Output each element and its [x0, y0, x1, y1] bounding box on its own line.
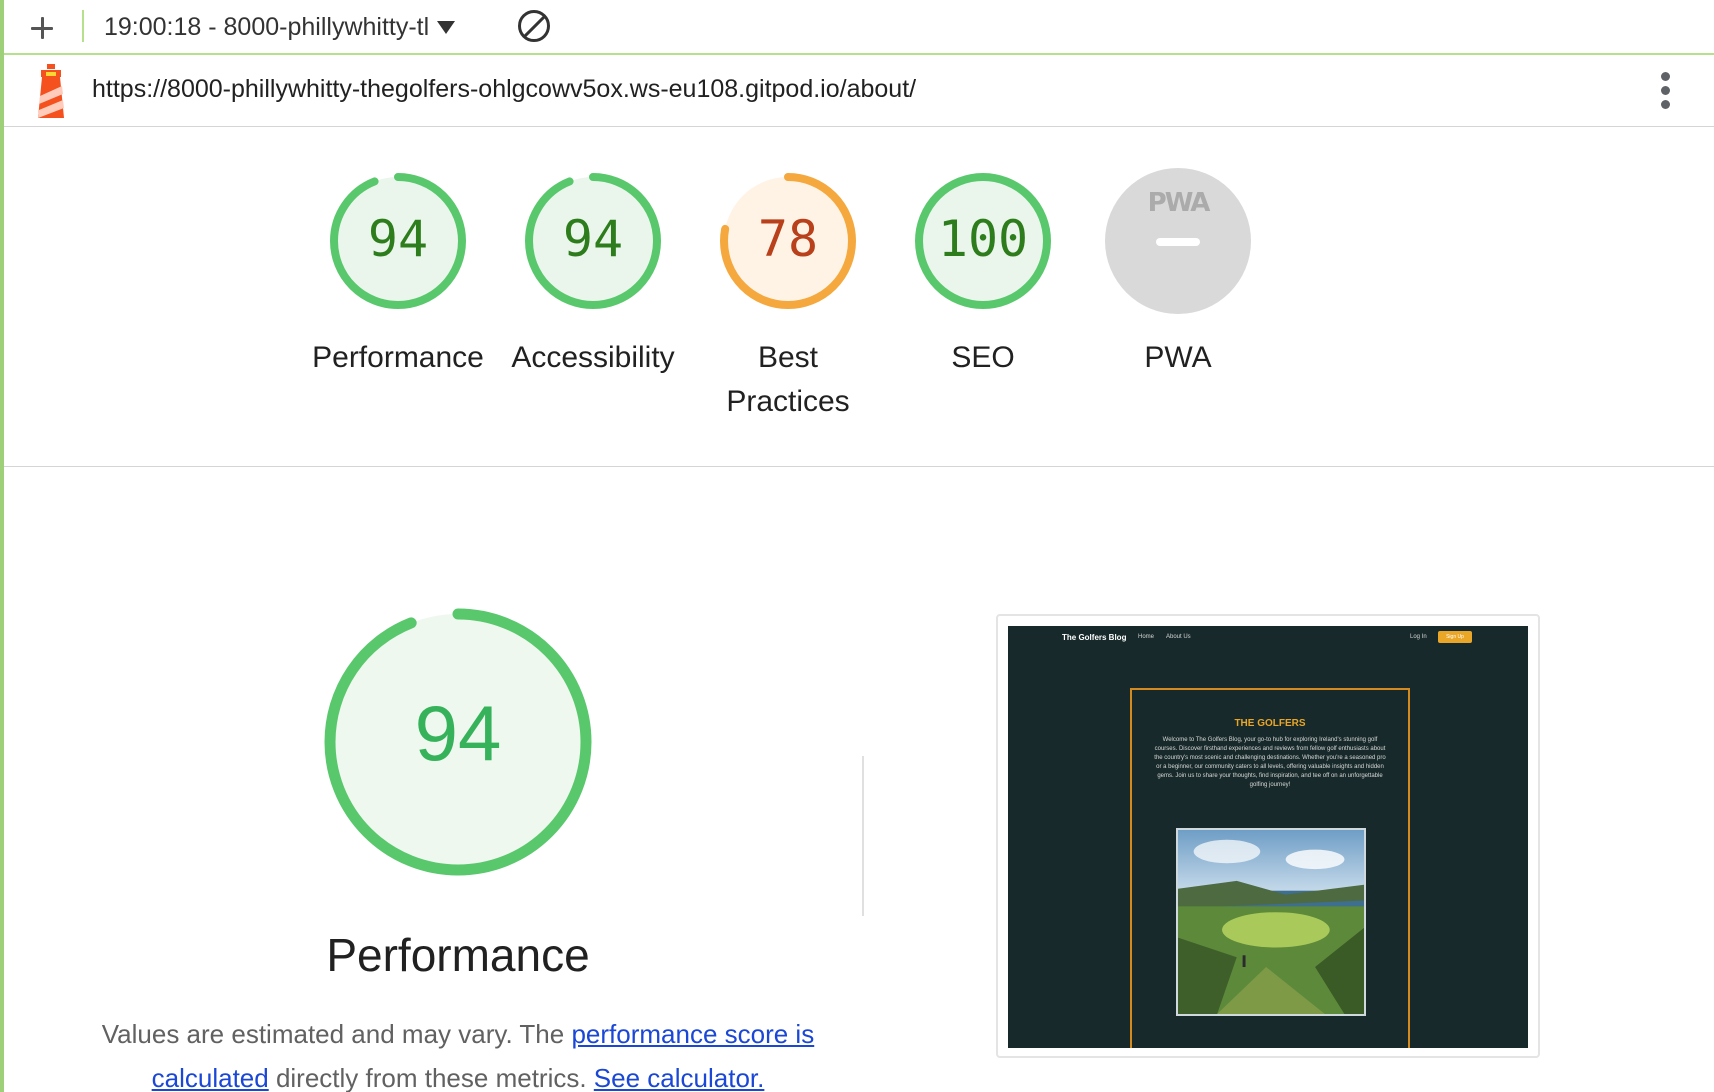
mini-nav-home: Home	[1138, 634, 1155, 640]
mini-nav-about: About Us	[1166, 634, 1191, 640]
gauge-score: 94	[367, 210, 429, 268]
score-gauge-pwa[interactable]: PWA PWA	[1078, 168, 1278, 428]
mini-login: Log In	[1410, 634, 1427, 640]
toolbar-separator	[82, 10, 84, 42]
caret-down-icon	[437, 20, 456, 34]
score-gauge-performance[interactable]: 94 Performance	[298, 168, 498, 428]
dot	[1661, 72, 1670, 81]
report-toolbar: 19:00:18 - 8000-phillywhitty-tl	[4, 0, 1714, 55]
score-gauge-accessibility[interactable]: 94 Accessibility	[493, 168, 693, 428]
gauge-label: PWA	[1144, 341, 1212, 374]
final-screenshot[interactable]: The Golfers Blog Home About Us Log In Si…	[996, 614, 1540, 1058]
mini-signup: Sign Up	[1438, 631, 1472, 643]
gauge-score: 78	[757, 210, 819, 268]
gauge-score: 94	[562, 210, 624, 268]
vertical-divider	[862, 756, 864, 916]
pwa-badge-icon: PWA	[1147, 188, 1211, 218]
score-gauge-best-practices[interactable]: 78 Best Practices	[688, 168, 888, 428]
score-gauge-seo[interactable]: 100 SEO	[883, 168, 1083, 428]
report-dropdown-label: 19:00:18 - 8000-phillywhitty-tl	[104, 12, 430, 41]
performance-score: 94	[414, 689, 502, 777]
mini-title: THE GOLFERS	[1234, 718, 1306, 729]
dot	[1661, 100, 1670, 109]
performance-description: Values are estimated and may vary. The p…	[80, 1012, 836, 1092]
dash-icon	[1156, 238, 1200, 246]
gauge-label: Accessibility	[511, 341, 675, 374]
more-vert-icon[interactable]	[1655, 72, 1675, 112]
mini-text: Welcome to The Golfers Blog, your go-to …	[1154, 737, 1386, 788]
lighthouse-report: 19:00:18 - 8000-phillywhitty-tl https://…	[0, 0, 1714, 1092]
mini-about-card: THE GOLFERS Welcome to The Golfers Blog,…	[1130, 688, 1410, 1048]
screenshot-page: The Golfers Blog Home About Us Log In Si…	[1008, 626, 1528, 1048]
see-calculator-link[interactable]: See calculator.	[594, 1063, 765, 1092]
gauge-label: Best Practices	[726, 341, 850, 418]
lighthouse-icon	[38, 64, 64, 118]
dot	[1661, 86, 1670, 95]
report-dropdown[interactable]: 19:00:18 - 8000-phillywhitty-tl	[104, 12, 456, 42]
section-divider	[4, 466, 1714, 467]
clear-icon[interactable]	[518, 10, 550, 42]
mini-brand: The Golfers Blog	[1062, 633, 1127, 642]
desc-text: Values are estimated and may vary. The	[101, 1019, 572, 1049]
performance-title: Performance	[326, 929, 590, 981]
url-bar: https://8000-phillywhitty-thegolfers-ohl…	[4, 57, 1714, 127]
left-border	[0, 0, 4, 1092]
page-url[interactable]: https://8000-phillywhitty-thegolfers-ohl…	[92, 75, 916, 104]
plus-icon[interactable]	[22, 8, 62, 48]
desc-text: directly from these metrics.	[268, 1063, 594, 1092]
gauge-score: 100	[937, 210, 1029, 268]
golf-course-image	[1176, 828, 1366, 1016]
